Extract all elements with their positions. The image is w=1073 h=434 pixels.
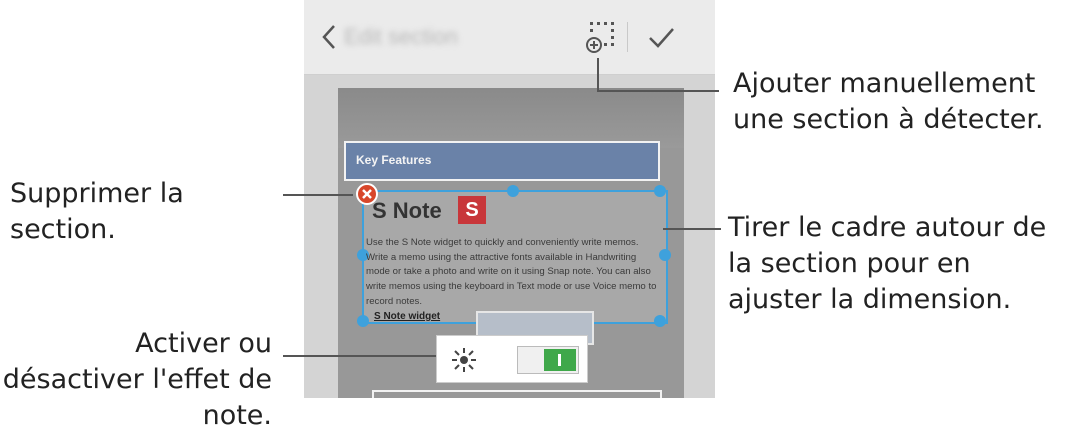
action-bar: Edit section [304,0,715,75]
note-effect-panel [436,335,588,383]
back-icon[interactable] [318,22,340,52]
snote-heading: S Note [372,198,442,223]
key-features-text: Key Features [356,153,432,167]
toolbar-divider [627,22,628,52]
resize-handle-bottom-right[interactable] [654,315,666,327]
switch-knob [544,349,576,371]
close-icon [362,189,372,199]
resize-handle-bottom-left[interactable] [357,315,369,327]
note-effect-switch[interactable] [517,346,579,374]
page-title: Edit section [344,24,458,49]
callout-toggle-effect: Activer ou désactiver l'effet de note. [2,328,272,431]
snote-logo: S [458,196,486,224]
snote-paragraph: Use the S Note widget to quickly and con… [366,237,657,307]
page-header-area [338,88,684,148]
leader-delete-section [283,194,353,196]
detected-section-bottom[interactable] [372,390,662,398]
detected-section-key-features[interactable]: Key Features [344,141,660,181]
leader-add-section-v [597,58,599,92]
callout-drag-frame: Tirer le cadre autour de la section pour… [728,212,1047,315]
callout-add-section: Ajouter manuellement une section à détec… [733,68,1044,135]
resize-handle-top-center[interactable] [507,185,519,197]
delete-section-button[interactable] [356,183,378,205]
add-section-icon[interactable] [586,20,618,54]
done-checkmark-icon[interactable] [646,22,676,52]
leader-add-section-h [597,90,719,92]
resize-handle-top-right[interactable] [654,185,666,197]
callout-delete-section: Supprimer la section. [10,178,184,245]
leader-drag-frame [663,228,721,230]
leader-toggle-effect [283,355,436,357]
note-effect-icon [452,348,476,372]
phone-screen: Edit section Key Features S Note S Use t… [304,0,715,398]
snote-widget-heading: S Note widget [374,311,441,322]
